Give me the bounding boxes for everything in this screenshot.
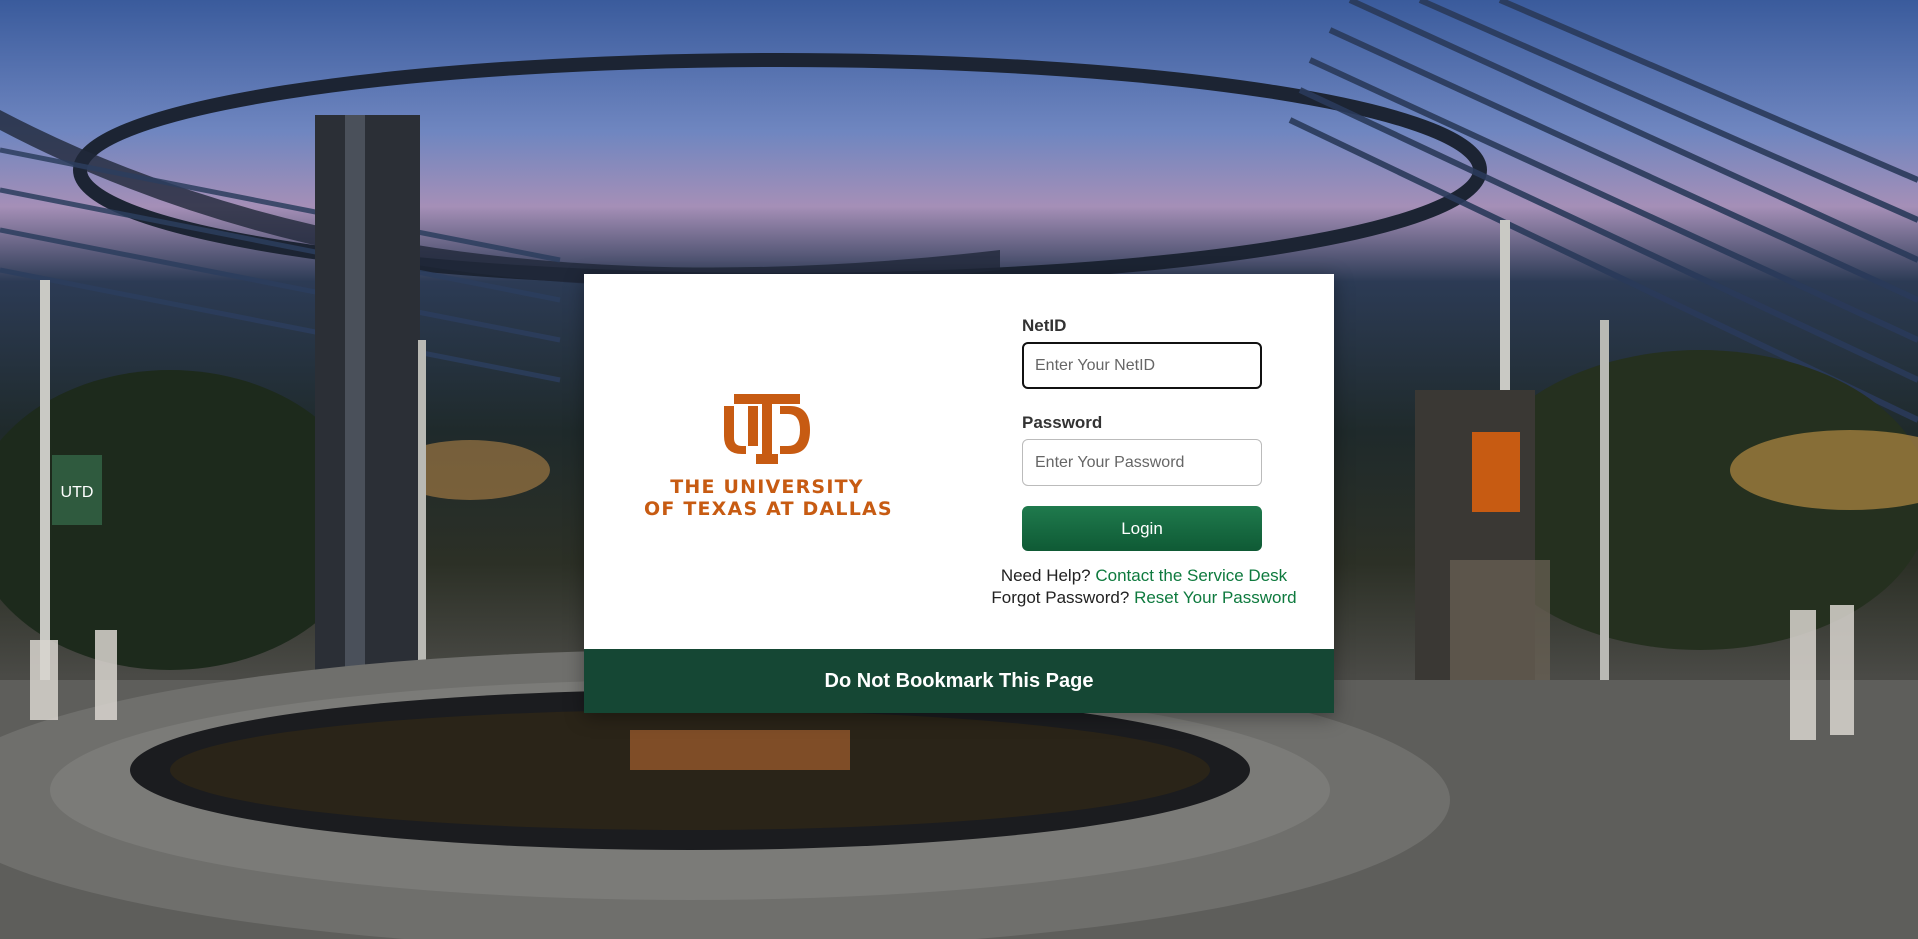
help-links: Need Help? Contact the Service Desk Forg… [964, 565, 1324, 609]
need-help-text: Need Help? [1000, 566, 1091, 585]
netid-label: NetID [1022, 316, 1067, 335]
logo-line-2: OF TEXAS AT DALLAS [644, 498, 893, 520]
netid-input[interactable] [1022, 342, 1262, 389]
password-label: Password [1022, 413, 1103, 432]
password-input[interactable] [1022, 439, 1262, 486]
reset-password-link[interactable]: Reset Your Password [1134, 588, 1297, 607]
login-form: NetID Password Login [1022, 316, 1262, 551]
need-help-row: Need Help? Contact the Service Desk [964, 565, 1324, 587]
utd-monogram-icon [724, 394, 810, 464]
service-desk-link[interactable]: Contact the Service Desk [1095, 566, 1287, 585]
forgot-password-row: Forgot Password? Reset Your Password [964, 587, 1324, 609]
login-button[interactable]: Login [1022, 506, 1262, 551]
utd-logo: THE UNIVERSITY OF TEXAS AT DALLAS [644, 392, 893, 520]
campus-banner-text: UTD [61, 484, 94, 501]
forgot-password-text: Forgot Password? [991, 588, 1130, 607]
bookmark-warning-banner: Do Not Bookmark This Page [584, 649, 1334, 713]
logo-line-1: THE UNIVERSITY [670, 476, 864, 498]
bookmark-warning-text: Do Not Bookmark This Page [824, 669, 1094, 692]
login-card: THE UNIVERSITY OF TEXAS AT DALLAS NetID … [584, 274, 1334, 713]
